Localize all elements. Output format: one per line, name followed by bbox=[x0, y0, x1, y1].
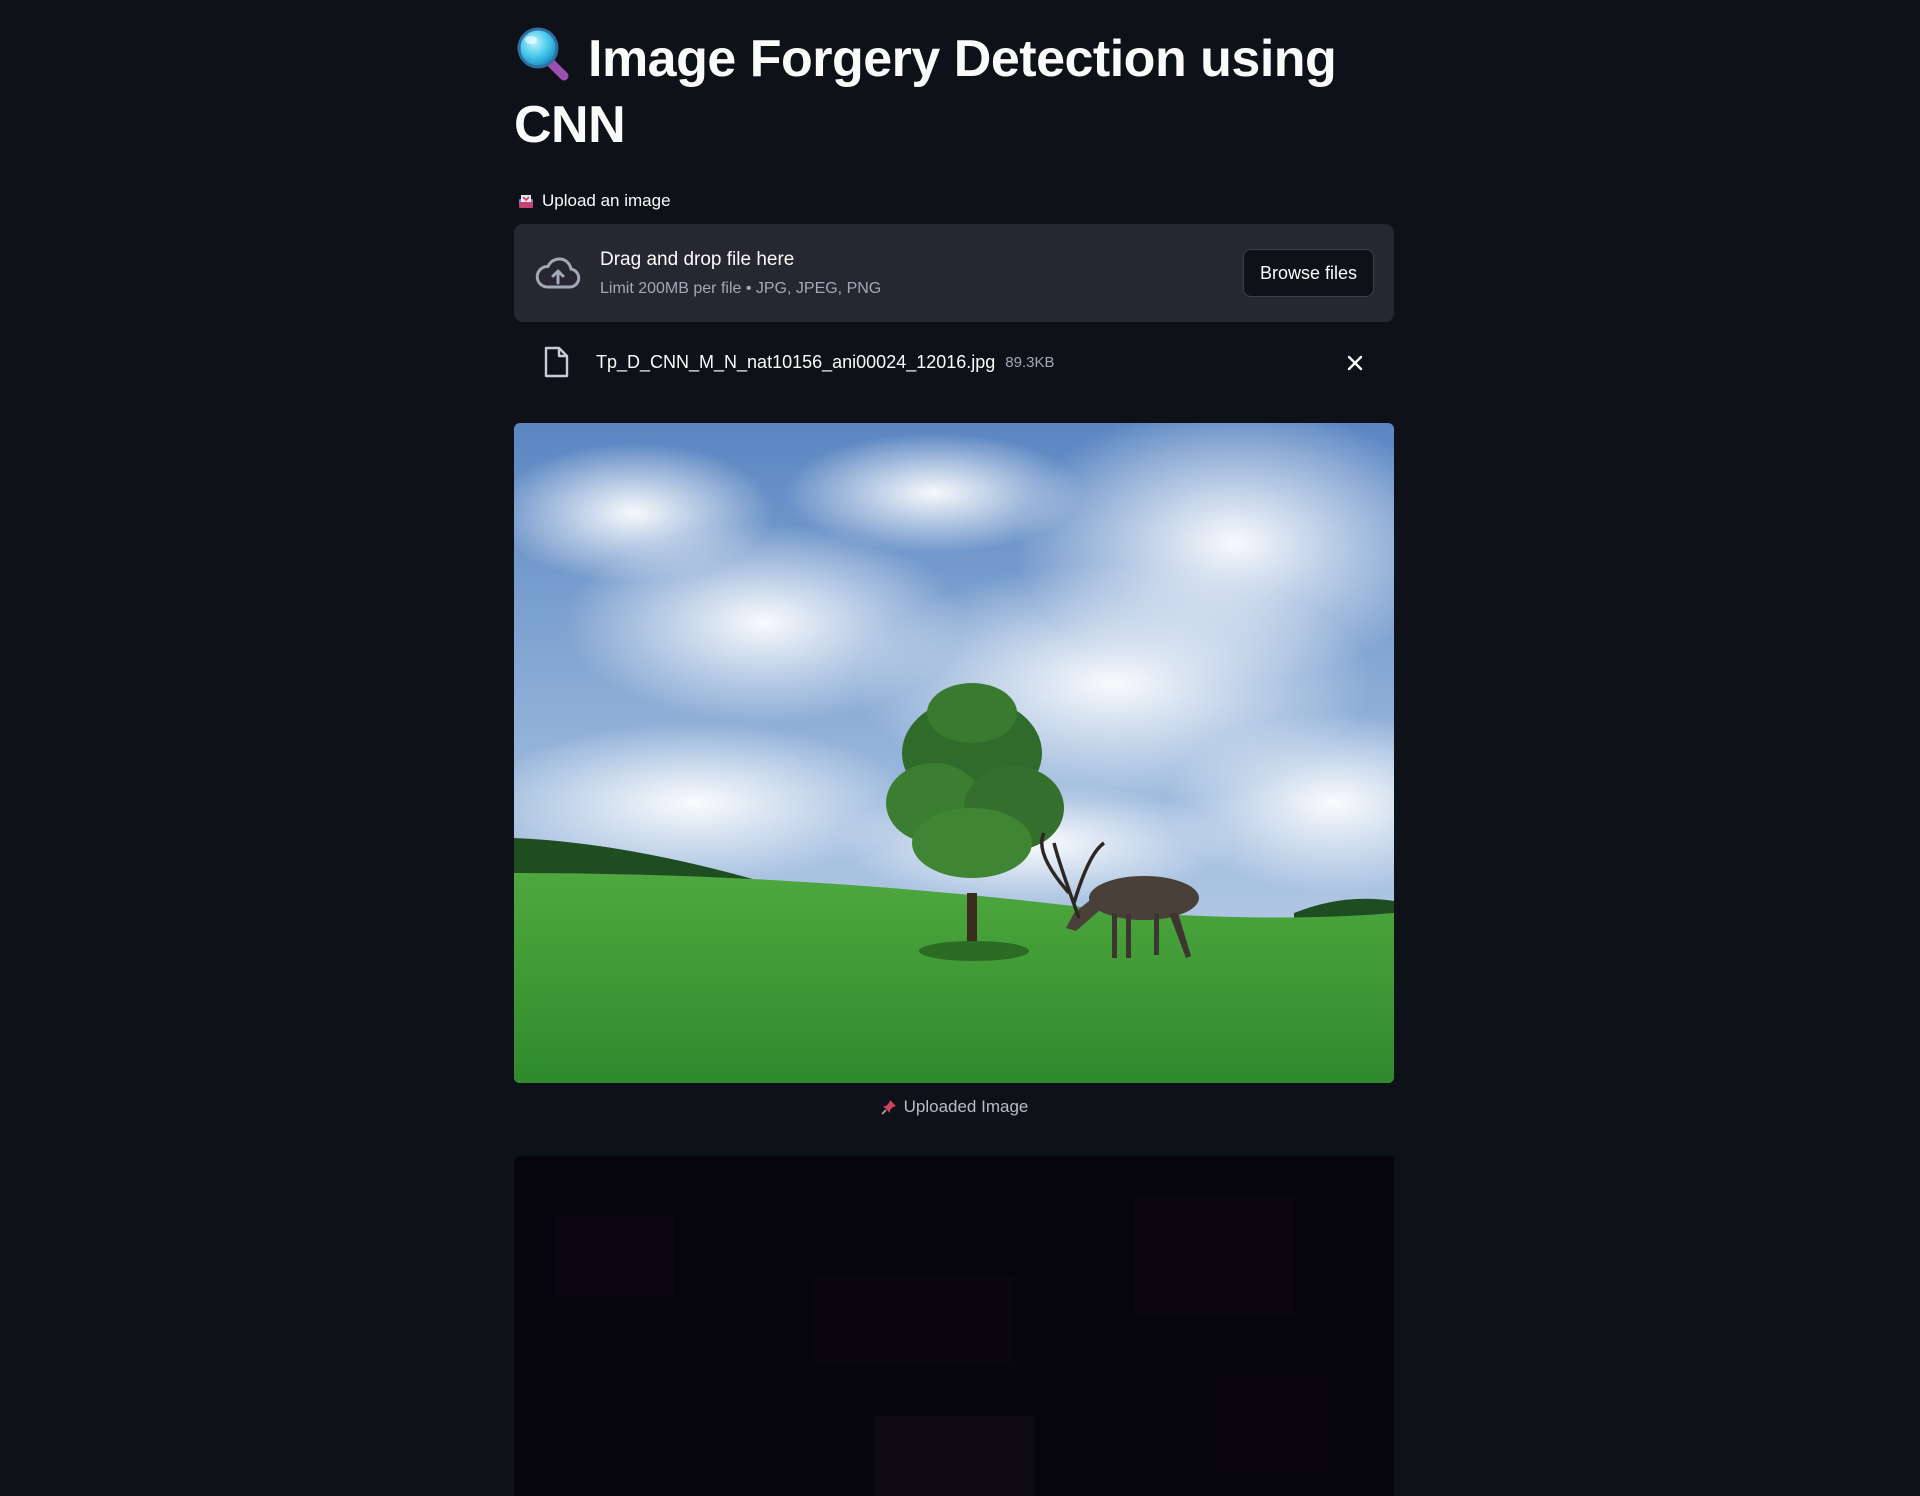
uploader-label: Upload an image bbox=[514, 184, 1394, 218]
magnifier-icon bbox=[517, 27, 569, 81]
main-content: Image Forgery Detection using CNN Upload… bbox=[514, 0, 1394, 1496]
uploaded-file-row: Tp_D_CNN_M_N_nat10156_ani00024_12016.jpg… bbox=[514, 322, 1394, 402]
uploaded-image-picture bbox=[514, 423, 1394, 1083]
uploaded-image bbox=[514, 423, 1394, 1083]
inbox-tray-icon bbox=[519, 195, 533, 208]
pushpin-icon bbox=[881, 1100, 896, 1115]
file-dropzone[interactable]: Drag and drop file here Limit 200MB per … bbox=[514, 224, 1394, 322]
dropzone-instructions: Drag and drop file here Limit 200MB per … bbox=[600, 247, 881, 300]
cloud-upload-icon bbox=[535, 257, 581, 289]
uploaded-file-name: Tp_D_CNN_M_N_nat10156_ani00024_12016.jpg bbox=[596, 351, 996, 372]
browse-files-button[interactable]: Browse files bbox=[1242, 249, 1374, 297]
close-icon[interactable] bbox=[1346, 354, 1364, 372]
analysis-image-picture bbox=[514, 1156, 1394, 1496]
file-icon bbox=[544, 346, 569, 378]
page-title-text: Image Forgery Detection using CNN bbox=[514, 30, 1337, 154]
dropzone-subtitle: Limit 200MB per file • JPG, JPEG, PNG bbox=[600, 279, 882, 297]
image-caption-text: Uploaded Image bbox=[903, 1097, 1029, 1116]
page-title: Image Forgery Detection using CNN bbox=[514, 0, 1394, 158]
uploader-label-text: Upload an image bbox=[542, 191, 671, 210]
analysis-image bbox=[514, 1156, 1394, 1496]
image-caption: Uploaded Image bbox=[514, 1083, 1394, 1131]
dropzone-title: Drag and drop file here bbox=[600, 248, 795, 270]
uploaded-file-size: 89.3KB bbox=[1005, 353, 1055, 371]
